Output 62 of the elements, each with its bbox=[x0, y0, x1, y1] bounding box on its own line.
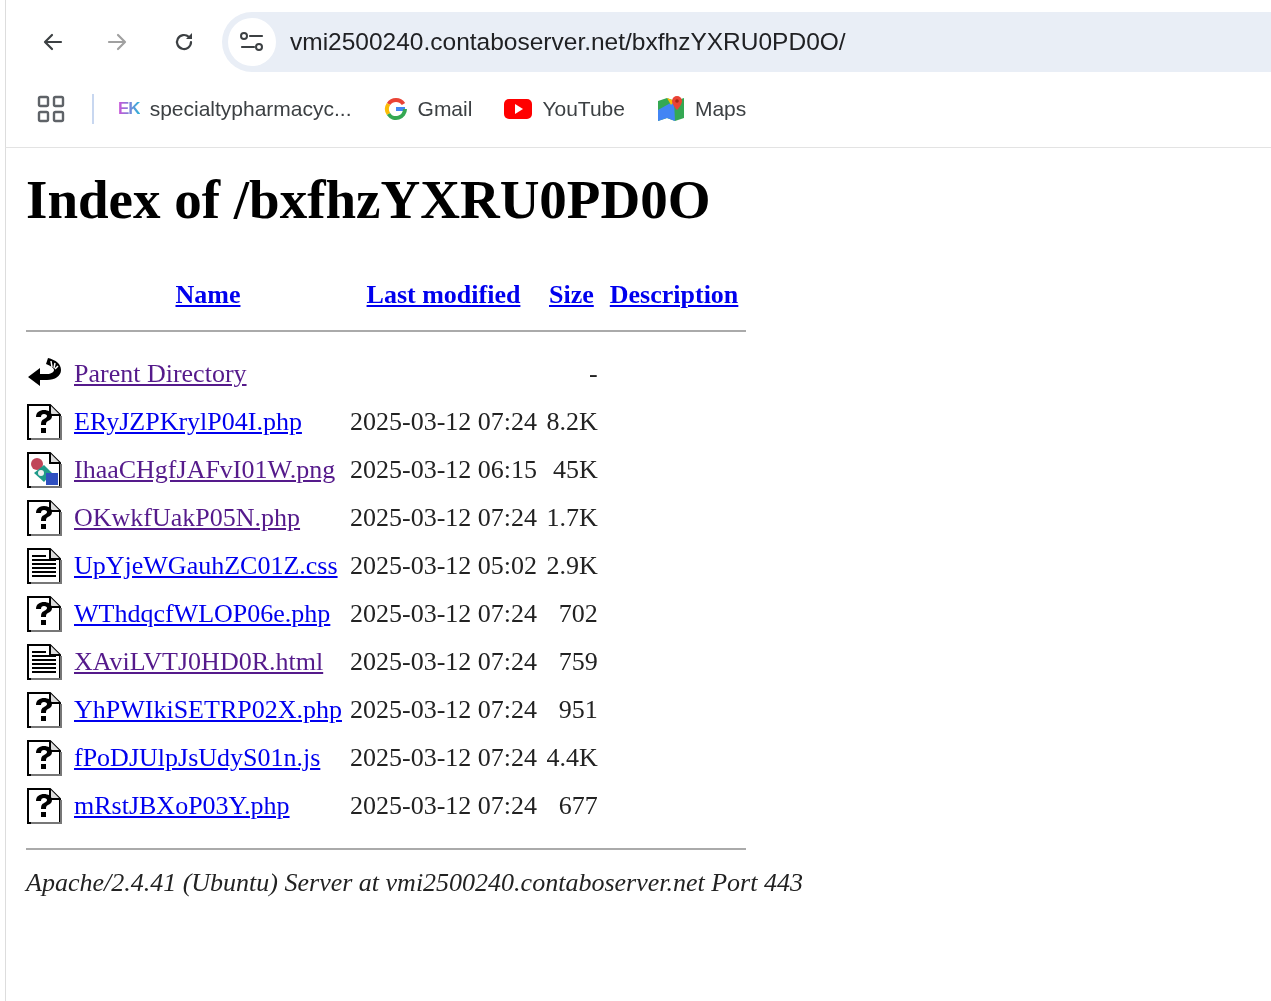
unknown-file-icon bbox=[26, 595, 62, 633]
map-icon bbox=[656, 95, 685, 123]
unknown-file-icon bbox=[26, 499, 62, 537]
bookmark-label: specialtypharmacyc... bbox=[149, 97, 352, 121]
file-size: 951 bbox=[558, 695, 598, 724]
site-info-button[interactable] bbox=[228, 18, 276, 66]
page-title: Index of /bxfhzYXRU0PD0O bbox=[26, 168, 711, 232]
modified-date: 2025-03-12 07:24 bbox=[349, 791, 537, 820]
file-size: - bbox=[589, 359, 598, 388]
unknown-file-icon bbox=[26, 403, 62, 441]
tune-icon bbox=[239, 31, 265, 53]
modified-date: 2025-03-12 07:24 bbox=[349, 407, 537, 436]
bookmark[interactable]: EK specialtypharmacyc... bbox=[118, 97, 352, 121]
file-link[interactable]: Parent Directory bbox=[74, 359, 247, 388]
file-link[interactable]: fPoDJUlpJsUdyS01n.js bbox=[74, 743, 321, 772]
reload-icon bbox=[173, 31, 195, 53]
file-link[interactable]: YhPWIkiSETRP02X.php bbox=[74, 695, 342, 724]
bookmark-label: Maps bbox=[694, 97, 747, 121]
address-field[interactable]: vmi2500240.contaboserver.net/bxfhzYXRU0PD0O/ bbox=[222, 12, 1271, 72]
modified-date: 2025-03-12 07:24 bbox=[349, 743, 537, 772]
file-link[interactable]: OKwkfUakP05N.php bbox=[74, 503, 301, 532]
file-size: 2.9K bbox=[546, 551, 598, 580]
file-size: 759 bbox=[558, 647, 598, 676]
left-arrow-icon bbox=[41, 31, 63, 53]
image-file-icon bbox=[26, 451, 62, 489]
column-header-link[interactable]: Size bbox=[549, 280, 594, 309]
file-size: 677 bbox=[558, 791, 598, 820]
modified-date: 2025-03-12 07:24 bbox=[349, 695, 537, 724]
server-signature: Apache/2.4.41 (Ubuntu) Server at vmi2500240.contaboserver.net Port 443 bbox=[26, 868, 803, 898]
file-link[interactable]: ERyJZPKrylP04I.php bbox=[74, 407, 302, 436]
file-size: 45K bbox=[553, 455, 598, 484]
bookmark[interactable]: Gmail bbox=[383, 97, 473, 121]
unknown-file-icon bbox=[26, 691, 62, 729]
text-file-icon bbox=[26, 547, 62, 585]
bookmark[interactable]: YouTube bbox=[504, 97, 625, 121]
modified-date: 2025-03-12 07:24 bbox=[349, 503, 537, 532]
file-size: 4.4K bbox=[546, 743, 598, 772]
unknown-file-icon bbox=[26, 739, 62, 777]
file-link[interactable]: IhaaCHgfJAFvI01W.png bbox=[74, 455, 336, 484]
unknown-file-icon bbox=[26, 787, 62, 825]
file-size: 702 bbox=[558, 599, 598, 628]
modified-date: 2025-03-12 06:15 bbox=[349, 455, 537, 484]
modified-date: 2025-03-12 07:24 bbox=[349, 599, 537, 628]
file-link[interactable]: WThdqcfWLOP06e.php bbox=[74, 599, 331, 628]
modified-date: 2025-03-12 05:02 bbox=[349, 551, 537, 580]
right-arrow-icon bbox=[107, 31, 129, 53]
text-file-icon bbox=[26, 643, 62, 681]
column-header-link[interactable]: Description bbox=[609, 280, 739, 309]
play-icon bbox=[504, 99, 533, 119]
bookmark[interactable]: Maps bbox=[656, 95, 747, 123]
file-link[interactable]: XAviLVTJ0HD0R.html bbox=[74, 647, 324, 676]
file-link[interactable]: UpYjeWGauhZC01Z.css bbox=[74, 551, 338, 580]
bookmark-label: Gmail bbox=[417, 97, 473, 121]
modified-date: 2025-03-12 07:24 bbox=[349, 647, 537, 676]
apps-grid-icon[interactable] bbox=[36, 94, 66, 124]
file-link[interactable]: mRstJBXoP03Y.php bbox=[74, 791, 290, 820]
file-size: 1.7K bbox=[546, 503, 598, 532]
bookmark-label: YouTube bbox=[542, 97, 625, 121]
file-size: 8.2K bbox=[546, 407, 598, 436]
column-header-link[interactable]: Name bbox=[175, 280, 241, 309]
g-icon bbox=[383, 97, 408, 121]
column-header-link[interactable]: Last modified bbox=[366, 280, 521, 309]
